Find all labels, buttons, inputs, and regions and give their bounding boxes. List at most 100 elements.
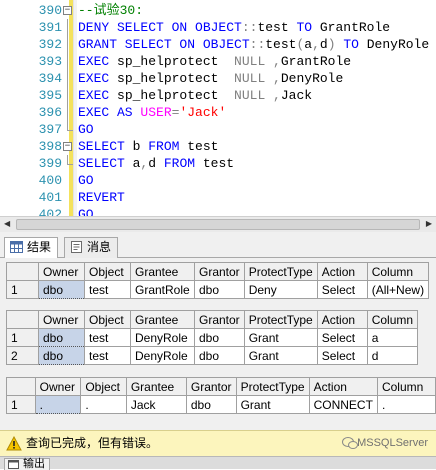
code-line[interactable]: 400 GO [0,172,436,189]
table-row[interactable]: 2 dbo test DenyRole dbo Grant Select d [6,346,419,365]
grid-cell[interactable]: DenyRole [130,328,195,347]
code-line[interactable]: 402 GO [0,206,436,216]
column-header[interactable]: Object [84,262,131,281]
column-header[interactable]: Column [366,310,419,329]
column-header[interactable]: Owner [38,262,85,281]
column-header[interactable]: Owner [34,377,82,396]
scroll-right-icon[interactable]: ▶ [426,220,432,228]
grid-cell[interactable]: Jack [125,395,187,414]
watermark-text: MSSQLServer [357,437,428,449]
tab-messages-label: 消息 [87,240,112,254]
column-header[interactable]: Column [376,377,436,396]
row-number[interactable]: 1 [6,328,39,347]
grid-header-row: Owner Object Grantee Grantor ProtectType Acti… [6,310,419,329]
grid-corner[interactable] [6,377,36,396]
column-header[interactable]: Object [80,377,127,396]
row-number[interactable]: 2 [6,346,39,365]
grid-cell[interactable]: Select [316,328,368,347]
grid-cell[interactable]: Grant [243,346,318,365]
collapse-region-icon[interactable]: − [63,142,72,151]
code-line[interactable]: 392 GRANT SELECT ON OBJECT::test(a,d) TO … [0,36,436,53]
grid-cell[interactable]: Select [316,280,368,299]
code-text: --试验30: [78,2,143,19]
column-header[interactable]: Owner [38,310,85,329]
column-header[interactable]: ProtectType [243,310,318,329]
grid-cell[interactable]: dbo [38,280,85,299]
code-text: EXEC AS USER='Jack' [78,104,226,121]
result-grid-2[interactable]: Owner Object Grantee Grantor ProtectType Acti… [6,310,419,365]
result-grid-3[interactable]: Owner Object Grantee Grantor ProtectType Acti… [6,377,436,414]
grid-cell[interactable]: DenyRole [130,346,195,365]
grid-cell[interactable]: dbo [194,280,245,299]
row-number[interactable]: 1 [6,280,39,299]
code-line[interactable]: 391 DENY SELECT ON OBJECT::test TO GrantR… [0,19,436,36]
tab-messages[interactable]: 消息 [64,237,119,258]
column-header[interactable]: Grantee [130,310,195,329]
code-line[interactable]: 390− --试验30: [0,2,436,19]
column-header[interactable]: Grantee [130,262,195,281]
code-token: EXEC [78,71,110,86]
grid-cell[interactable]: (All+New) [366,280,430,299]
grid-cell[interactable]: dbo [185,395,237,414]
code-token: TO [296,20,313,35]
tab-output[interactable]: 输出 [4,458,50,470]
code-token: SELECT [78,156,125,171]
code-token: NULL , [234,71,281,86]
grid-cell[interactable]: test [84,346,131,365]
grid-cell[interactable]: GrantRole [130,280,195,299]
column-header[interactable]: Grantor [194,310,245,329]
code-line[interactable]: 398− SELECT b FROM test [0,138,436,155]
code-token: --试验30: [78,3,144,18]
grid-cell[interactable]: test [84,328,131,347]
code-line[interactable]: 394 EXEC sp_helprotect NULL ,DenyRole [0,70,436,87]
grid-header-row: Owner Object Grantee Grantor ProtectType Acti… [6,262,430,281]
grid-corner[interactable] [6,310,39,329]
grid-cell[interactable]: dbo [38,346,85,365]
code-line[interactable]: 393 EXEC sp_helprotect NULL ,GrantRole [0,53,436,70]
grid-cell[interactable]: dbo [194,328,245,347]
grid-cell[interactable]: . [34,395,82,414]
grid-cell[interactable]: Grant [243,328,318,347]
code-token: , [312,37,320,52]
column-header[interactable]: ProtectType [235,377,310,396]
tab-results[interactable]: 结果 [4,237,59,259]
column-header[interactable]: ProtectType [243,262,318,281]
column-header[interactable]: Action [316,310,368,329]
result-grid-1[interactable]: Owner Object Grantee Grantor ProtectType Acti… [6,262,430,299]
column-header[interactable]: Column [366,262,430,281]
grid-cell[interactable]: CONNECT [308,395,378,414]
column-header[interactable]: Action [308,377,378,396]
grid-cell[interactable]: . [376,395,436,414]
code-line[interactable]: 399 SELECT a,d FROM test [0,155,436,172]
sql-editor[interactable]: 390− --试验30: 391 DENY SELECT ON OBJECT::tes… [0,0,436,216]
column-header[interactable]: Object [84,310,131,329]
table-row[interactable]: 1.. Jack dbo Grant CONNECT. [6,395,436,414]
collapse-region-icon[interactable]: − [63,6,72,15]
code-line[interactable]: 401 REVERT [0,189,436,206]
grid-cell[interactable]: Select [316,346,368,365]
column-header[interactable]: Grantor [194,262,245,281]
row-number[interactable]: 1 [6,395,36,414]
column-header[interactable]: Action [316,262,368,281]
table-row[interactable]: 1 dbo test GrantRole dbo Deny Select (All+New) [6,280,430,299]
code-text: GRANT SELECT ON OBJECT::test(a,d) TO Den… [78,36,429,53]
table-row[interactable]: 1 dbo test DenyRole dbo Grant Select a [6,328,419,347]
grid-cell[interactable]: a [366,328,419,347]
grid-cell[interactable]: test [84,280,131,299]
grid-corner[interactable] [6,262,39,281]
code-line[interactable]: 397 GO [0,121,436,138]
editor-horizontal-scrollbar[interactable]: ◀ ▶ [0,216,436,232]
grid-cell[interactable]: Deny [243,280,318,299]
grid-cell[interactable]: Grant [235,395,310,414]
code-line[interactable]: 396 EXEC AS USER='Jack' [0,104,436,121]
code-token: d [148,156,164,171]
scrollbar-thumb[interactable] [16,219,420,230]
grid-cell[interactable]: . [80,395,127,414]
code-line[interactable]: 395 EXEC sp_helprotect NULL ,Jack [0,87,436,104]
grid-cell[interactable]: d [366,346,419,365]
scroll-left-icon[interactable]: ◀ [4,220,10,228]
grid-cell[interactable]: dbo [194,346,245,365]
column-header[interactable]: Grantor [185,377,237,396]
grid-cell[interactable]: dbo [38,328,85,347]
column-header[interactable]: Grantee [125,377,187,396]
